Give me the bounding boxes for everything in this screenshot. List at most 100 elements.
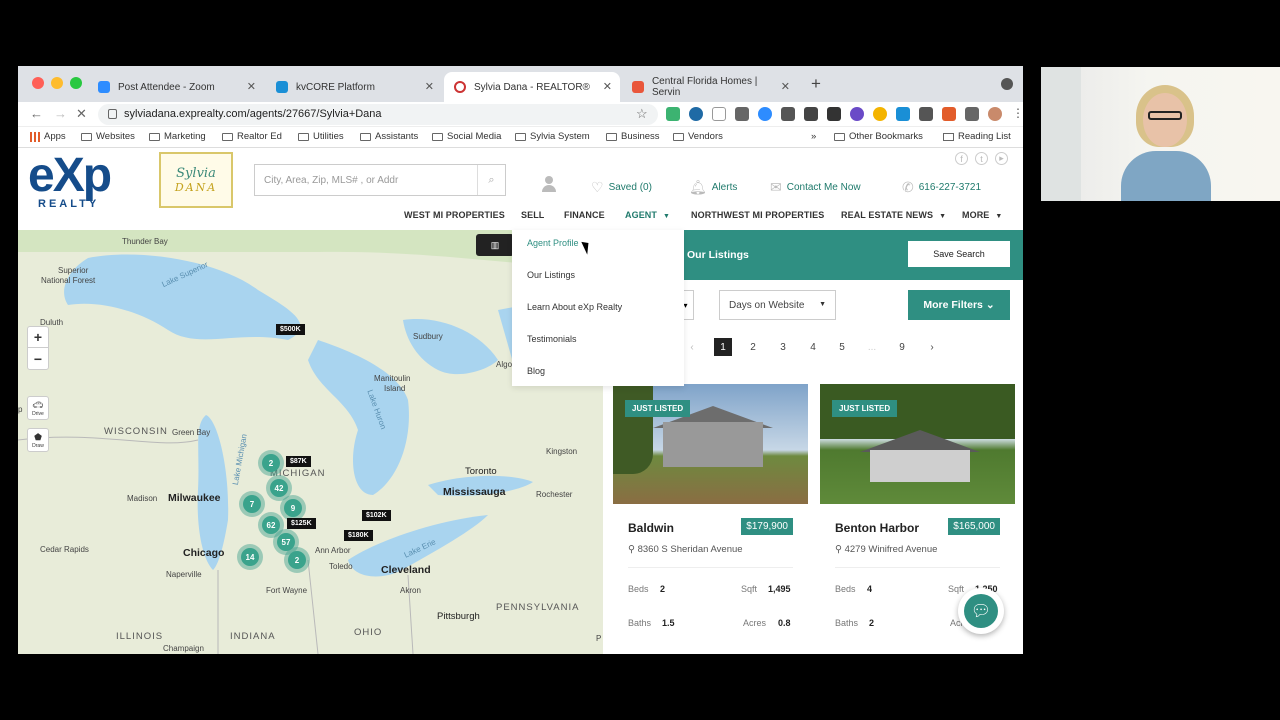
map-stats-button[interactable]: ▥: [476, 234, 514, 256]
save-search-button[interactable]: Save Search: [908, 241, 1010, 267]
minimize-window-button[interactable]: [51, 77, 63, 89]
map-cluster[interactable]: 14: [237, 544, 263, 570]
other-bookmarks[interactable]: Other Bookmarks: [834, 131, 923, 142]
listing-photo[interactable]: JUST LISTED: [613, 384, 808, 504]
sort-select[interactable]: Days on Website ▼: [719, 290, 836, 320]
nav-real-estate-news[interactable]: REAL ESTATE NEWS ▼: [841, 210, 946, 220]
bookmark-folder[interactable]: Assistants: [360, 131, 418, 142]
tab-central-florida[interactable]: Central Florida Homes | Servin ✕: [622, 72, 798, 102]
reading-list[interactable]: Reading List: [943, 131, 1011, 142]
map-cluster[interactable]: 7: [239, 491, 265, 517]
extension-icon[interactable]: [942, 107, 956, 121]
messenger-chat-button[interactable]: 💬︎: [958, 588, 1004, 634]
nav-west-mi-properties[interactable]: WEST MI PROPERTIES: [404, 210, 505, 220]
extension-icon[interactable]: [896, 107, 910, 121]
close-tab-icon[interactable]: ✕: [247, 80, 256, 93]
menu-item-agent-profile[interactable]: Agent Profile: [527, 238, 579, 248]
zoom-extension-icon[interactable]: [758, 107, 772, 121]
alerts-link[interactable]: 🔔︎ Alerts: [689, 179, 737, 196]
property-search-input[interactable]: City, Area, Zip, MLS# , or Addr ⌕: [254, 164, 506, 196]
extension-icon[interactable]: [689, 107, 703, 121]
new-tab-button[interactable]: +: [811, 74, 821, 94]
draw-button[interactable]: ⬟ Draw: [27, 428, 49, 452]
pagination-page[interactable]: 4: [804, 338, 822, 356]
drive-time-button[interactable]: 🚗︎ Drive: [27, 396, 49, 420]
map-price-marker[interactable]: $102K: [362, 510, 391, 521]
map-price-marker[interactable]: $87K: [286, 456, 311, 467]
exp-realty-logo[interactable]: eXp REALTY: [28, 152, 140, 211]
more-bookmarks-button[interactable]: »: [811, 131, 816, 142]
maximize-window-button[interactable]: [70, 77, 82, 89]
facebook-icon[interactable]: f: [955, 152, 968, 165]
extension-icon[interactable]: [919, 107, 933, 121]
map-cluster[interactable]: 2: [258, 450, 284, 476]
puzzle-icon[interactable]: [965, 107, 979, 121]
extension-icon[interactable]: [827, 107, 841, 121]
extension-icon[interactable]: [850, 107, 864, 121]
phone-link[interactable]: ✆ 616-227-3721: [902, 179, 981, 196]
user-icon[interactable]: [542, 176, 556, 192]
forward-arrow-icon[interactable]: →: [54, 106, 67, 121]
pagination-page[interactable]: 2: [744, 338, 762, 356]
pagination-page[interactable]: 3: [774, 338, 792, 356]
sylvia-dana-logo[interactable]: Sylvia DANA: [159, 152, 233, 208]
tab-search-button[interactable]: [1001, 78, 1013, 90]
search-icon[interactable]: ⌕: [477, 165, 505, 195]
pagination-prev[interactable]: ‹: [683, 338, 701, 356]
stop-loading-icon[interactable]: ✕: [76, 106, 87, 122]
nav-finance[interactable]: FINANCE: [564, 210, 605, 220]
tab-sylvia-dana[interactable]: Sylvia Dana - REALTOR® ✕: [444, 72, 620, 102]
contact-link[interactable]: ✉ Contact Me Now: [770, 179, 861, 196]
back-arrow-icon[interactable]: ←: [30, 106, 43, 121]
twitter-icon[interactable]: t: [975, 152, 988, 165]
menu-item-learn-about-exp[interactable]: Learn About eXp Realty: [527, 302, 622, 312]
listing-photo[interactable]: JUST LISTED: [820, 384, 1015, 504]
extension-icon[interactable]: [781, 107, 795, 121]
listing-card[interactable]: JUST LISTED Baldwin $179,900 ⚲ 8360 S Sh…: [613, 384, 808, 654]
map-cluster[interactable]: 2: [284, 547, 310, 573]
extension-icon[interactable]: [712, 107, 726, 121]
extension-icon[interactable]: [735, 107, 749, 121]
nav-sell[interactable]: SELL: [521, 210, 544, 220]
saved-link[interactable]: ♡ Saved (0): [591, 179, 652, 196]
address-bar[interactable]: sylviadana.exprealty.com/agents/27667/Sy…: [98, 104, 658, 125]
bookmark-folder[interactable]: Websites: [81, 131, 135, 142]
kebab-menu-icon[interactable]: ⋮: [1011, 107, 1023, 121]
bookmark-apps[interactable]: Apps: [30, 131, 66, 142]
nav-more[interactable]: MORE ▼: [962, 210, 1002, 220]
pagination-next[interactable]: ›: [923, 338, 941, 356]
tab-kvcore[interactable]: kvCORE Platform ✕: [266, 72, 442, 102]
close-tab-icon[interactable]: ✕: [425, 80, 434, 93]
pagination-page[interactable]: 9: [893, 338, 911, 356]
close-window-button[interactable]: [32, 77, 44, 89]
bookmark-folder[interactable]: Sylvia System: [515, 131, 590, 142]
map-price-marker[interactable]: $125K: [287, 518, 316, 529]
zoom-out-button[interactable]: −: [28, 348, 48, 369]
extension-icon[interactable]: [873, 107, 887, 121]
map-price-marker[interactable]: $500K: [276, 324, 305, 335]
bookmark-folder[interactable]: Business: [606, 131, 660, 142]
bookmark-folder[interactable]: Vendors: [673, 131, 723, 142]
more-filters-button[interactable]: More Filters ⌄: [908, 290, 1010, 320]
bookmark-folder[interactable]: Social Media: [432, 131, 501, 142]
nav-agent[interactable]: AGENT ▼: [625, 210, 670, 220]
bookmark-folder[interactable]: Utilities: [298, 131, 344, 142]
bookmark-folder[interactable]: Realtor Ed: [222, 131, 282, 142]
youtube-icon[interactable]: ▸: [995, 152, 1008, 165]
profile-avatar[interactable]: [988, 107, 1002, 121]
map-price-marker[interactable]: $180K: [344, 530, 373, 541]
nav-northwest-mi-properties[interactable]: NORTHWEST MI PROPERTIES: [691, 210, 824, 220]
extension-icon[interactable]: [804, 107, 818, 121]
bookmark-folder[interactable]: Marketing: [149, 131, 206, 142]
close-tab-icon[interactable]: ✕: [603, 80, 612, 93]
bookmark-star-icon[interactable]: ☆: [636, 106, 648, 122]
menu-item-our-listings[interactable]: Our Listings: [527, 270, 575, 280]
close-tab-icon[interactable]: ✕: [781, 80, 790, 93]
zoom-in-button[interactable]: +: [28, 327, 48, 348]
tab-zoom[interactable]: Post Attendee - Zoom ✕: [88, 72, 264, 102]
pagination-page[interactable]: 1: [714, 338, 732, 356]
menu-item-testimonials[interactable]: Testimonials: [527, 334, 577, 344]
pagination-page[interactable]: 5: [833, 338, 851, 356]
menu-item-blog[interactable]: Blog: [527, 366, 545, 376]
extension-icon[interactable]: [666, 107, 680, 121]
